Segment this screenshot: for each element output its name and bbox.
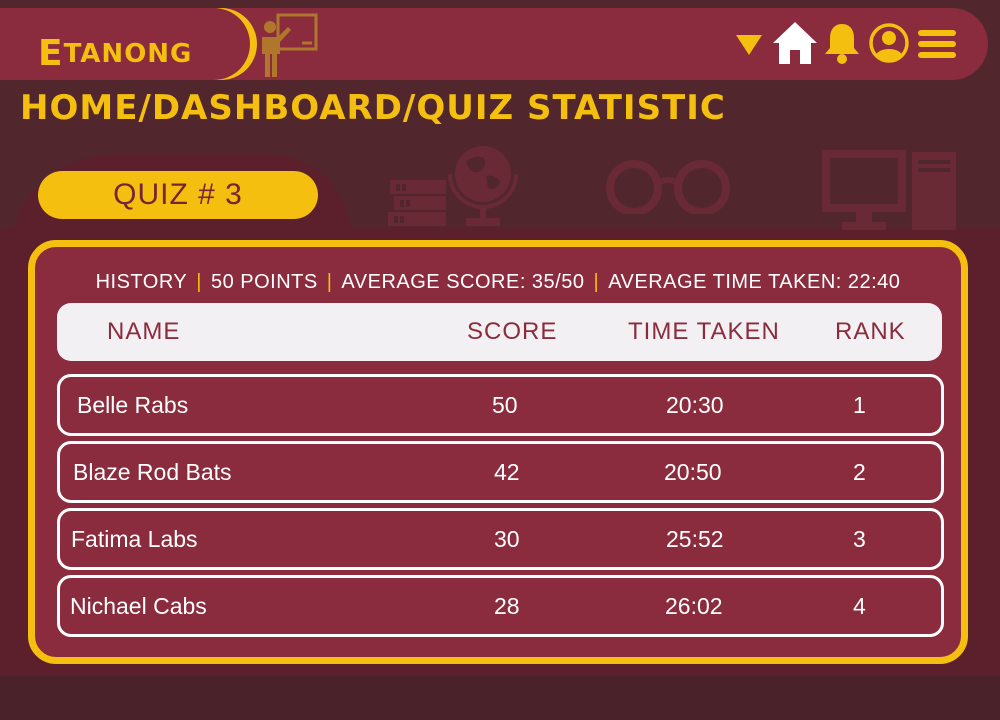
separator: | [593,271,600,293]
cell-name: Nichael Cabs [70,593,207,619]
cell-score: 28 [494,593,520,619]
cell-rank: 4 [853,593,866,619]
books-globe-icon [388,146,518,226]
quiz-title-badge: QUIZ # 3 [38,171,318,219]
dropdown-arrow-icon[interactable] [736,35,762,55]
cell-rank: 1 [853,392,866,418]
table-row[interactable]: Fatima Labs 30 25:52 3 [57,508,944,570]
cell-rank: 2 [853,459,866,485]
app-logo[interactable]: ETANONG [38,30,192,74]
column-header-rank[interactable]: RANK [835,303,906,361]
footer-strip [0,676,1000,720]
quiz-statistics-card: HISTORY | 50 POINTS | AVERAGE SCORE: 35/50 | A… [28,240,968,664]
menu-icon[interactable] [918,30,956,58]
cell-time: 26:02 [665,593,723,619]
column-header-name[interactable]: NAME [107,303,180,361]
quiz-subject: HISTORY [95,271,188,293]
computer-icon [822,150,956,230]
average-time: AVERAGE TIME TAKEN: 22:40 [608,271,901,293]
bell-icon[interactable] [824,22,860,64]
cell-score: 42 [494,459,520,485]
cell-time: 20:50 [664,459,722,485]
breadcrumb: HOME/DASHBOARD/QUIZ STATISTIC [20,88,726,128]
table-row[interactable]: Nichael Cabs 28 26:02 4 [57,575,944,637]
glasses-icon [606,160,730,214]
table-row[interactable]: Blaze Rod Bats 42 20:50 2 [57,441,944,503]
quiz-points: 50 POINTS [210,271,318,293]
cell-rank: 3 [853,526,866,552]
column-header-time[interactable]: TIME TAKEN [628,303,780,361]
cell-name: Belle Rabs [77,392,189,418]
cell-score: 30 [494,526,520,552]
home-icon[interactable] [773,22,817,64]
quiz-summary: HISTORY | 50 POINTS | AVERAGE SCORE: 35/50 | A… [35,271,961,294]
column-header-score[interactable]: SCORE [467,303,557,361]
cell-name: Fatima Labs [71,526,198,552]
cell-time: 20:30 [666,392,724,418]
table-header: NAME SCORE TIME TAKEN RANK [57,303,942,361]
teacher-board-icon [262,13,318,77]
cell-name: Blaze Rod Bats [73,459,232,485]
separator: | [196,271,202,293]
logo-container[interactable]: ETANONG [0,8,250,80]
user-icon[interactable] [869,23,909,63]
cell-time: 25:52 [666,526,724,552]
separator: | [326,271,333,293]
average-score: AVERAGE SCORE: 35/50 [341,271,585,293]
table-row[interactable]: Belle Rabs 50 20:30 1 [57,374,944,436]
cell-score: 50 [492,392,518,418]
